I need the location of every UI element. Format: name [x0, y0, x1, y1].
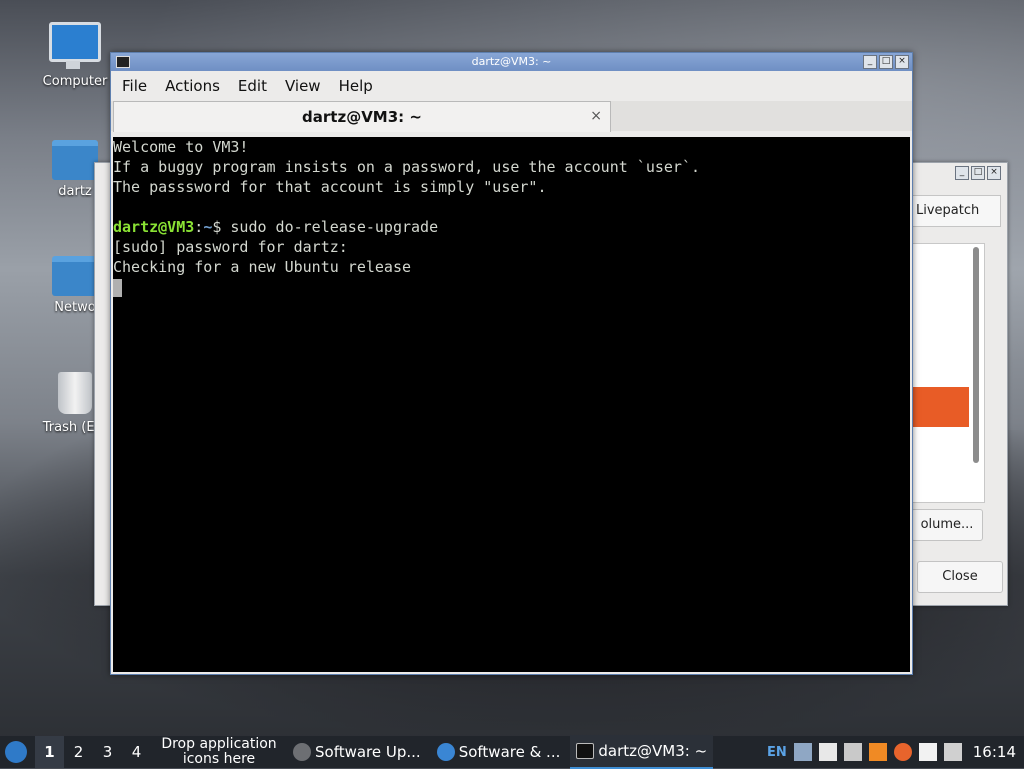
system-tray: EN 16:14	[767, 743, 1024, 761]
terminal-line: The passsword for that account is simply…	[113, 178, 547, 196]
prompt-command: $ sudo do-release-upgrade	[212, 218, 439, 236]
desktop-icon-label: Computer	[42, 74, 108, 89]
close-icon[interactable]: ×	[590, 108, 602, 124]
menu-bar: File Actions Edit View Help	[111, 71, 912, 101]
terminal-window[interactable]: dartz@VM3: ~ _ □ × File Actions Edit Vie…	[110, 52, 913, 675]
terminal-line: Checking for a new Ubuntu release	[113, 258, 412, 276]
ubuntu-icon[interactable]	[893, 743, 912, 761]
computer-icon	[49, 22, 101, 69]
clipboard-icon[interactable]	[818, 743, 837, 761]
close-window-button[interactable]: ×	[895, 55, 909, 69]
update-notifier-icon[interactable]	[868, 743, 887, 761]
selected-list-row[interactable]	[911, 387, 969, 427]
workspace-4[interactable]: 4	[122, 743, 151, 761]
close-window-button[interactable]: ×	[987, 166, 1001, 180]
task-label: dartz@VM3: ~	[598, 742, 708, 760]
terminal-line: Welcome to VM3!	[113, 138, 249, 156]
desktop-icon-computer[interactable]: Computer	[30, 22, 120, 89]
notes-icon[interactable]	[918, 743, 937, 761]
list-scrollbar[interactable]	[973, 247, 979, 463]
tools-icon[interactable]	[843, 743, 862, 761]
keyboard-layout-indicator[interactable]: EN	[767, 745, 787, 760]
terminal-screen[interactable]: Welcome to VM3! If a buggy program insis…	[113, 137, 910, 672]
volume-icon[interactable]	[943, 743, 962, 761]
terminal-icon	[116, 56, 130, 68]
software-sources-icon	[436, 743, 455, 761]
menu-help[interactable]: Help	[330, 77, 382, 95]
terminal-tab[interactable]: dartz@VM3: ~ ×	[113, 101, 611, 132]
minimize-button[interactable]: _	[863, 55, 877, 69]
volume-button[interactable]: olume...	[911, 509, 983, 541]
menu-file[interactable]: File	[113, 77, 156, 95]
task-terminal[interactable]: dartz@VM3: ~	[570, 735, 714, 769]
terminal-line: [sudo] password for dartz:	[113, 238, 348, 256]
network-icon[interactable]	[793, 743, 812, 761]
task-label: Software Up...	[315, 743, 421, 761]
terminal-line: If a buggy program insists on a password…	[113, 158, 700, 176]
text-cursor	[113, 278, 122, 297]
title-bar[interactable]: dartz@VM3: ~ _ □ ×	[111, 53, 912, 71]
maximize-button[interactable]: □	[971, 166, 985, 180]
software-updater-icon	[293, 743, 311, 761]
prompt-path: ~	[203, 218, 213, 236]
menu-edit[interactable]: Edit	[229, 77, 276, 95]
prompt-separator: :	[194, 218, 204, 236]
taskbar: 1 2 3 4 Drop application icons here Soft…	[0, 735, 1024, 769]
network-folder-icon	[52, 256, 98, 296]
window-title: dartz@VM3: ~	[471, 55, 552, 68]
home-folder-icon	[52, 140, 98, 180]
close-button[interactable]: Close	[917, 561, 1003, 593]
minimize-button[interactable]: _	[955, 166, 969, 180]
window-controls: _ □ ×	[955, 166, 1001, 180]
terminal-icon	[576, 743, 595, 759]
task-label: Software & ...	[458, 743, 561, 761]
task-software-sources[interactable]: Software & ...	[431, 736, 567, 768]
workspace-3[interactable]: 3	[93, 743, 122, 761]
workspace-1[interactable]: 1	[35, 736, 64, 768]
task-software-updater[interactable]: Software Up...	[287, 736, 427, 768]
clock[interactable]: 16:14	[973, 743, 1016, 761]
maximize-button[interactable]: □	[879, 55, 893, 69]
menu-actions[interactable]: Actions	[156, 77, 229, 95]
tab-bar: dartz@VM3: ~ ×	[111, 101, 912, 132]
workspace-2[interactable]: 2	[64, 743, 93, 761]
terminal-prompt-line: dartz@VM3:~$ sudo do-release-upgrade	[113, 217, 910, 237]
menu-view[interactable]: View	[276, 77, 330, 95]
trash-icon	[58, 372, 92, 414]
quicklaunch-drop-hint: Drop application icons here	[161, 736, 277, 767]
app-menu-icon[interactable]	[5, 741, 27, 763]
window-controls: _ □ ×	[863, 55, 909, 69]
tab-livepatch[interactable]: Livepatch	[911, 195, 1001, 227]
prompt-user: dartz@VM3	[113, 218, 195, 236]
cursor-line	[113, 277, 910, 297]
tab-title: dartz@VM3: ~	[302, 108, 422, 126]
